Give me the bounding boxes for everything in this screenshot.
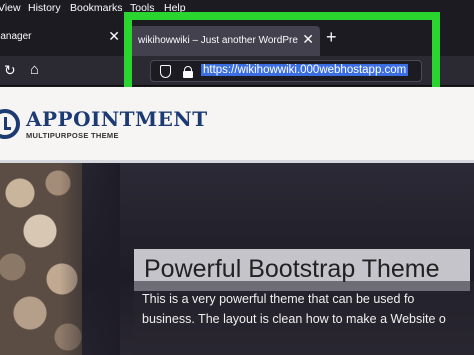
hero-fade [60,163,120,355]
tab-manager[interactable]: Manager ✕ [0,22,124,52]
site-logo-subtitle: MULTIPURPOSE THEME [26,131,119,140]
site-logo-title[interactable]: APPOINTMENT [26,107,208,131]
reload-icon[interactable]: ↻ [4,62,16,79]
menu-history[interactable]: History [28,2,61,14]
hero-section: Powerful Bootstrap Theme This is a very … [0,163,474,355]
menu-bookmarks[interactable]: Bookmarks [70,2,123,14]
menu-view[interactable]: View [0,2,21,14]
hero-text-line-2: business. The layout is clean how to mak… [142,312,446,326]
close-icon[interactable]: ✕ [108,28,120,45]
tab-manager-label: Manager [0,31,32,42]
hero-text: This is a very powerful theme that can b… [134,281,474,355]
clock-icon [0,109,20,139]
home-icon[interactable]: ⌂ [30,61,39,78]
site-header: APPOINTMENT MULTIPURPOSE THEME [0,87,474,163]
hero-text-line-1: This is a very powerful theme that can b… [142,292,415,306]
